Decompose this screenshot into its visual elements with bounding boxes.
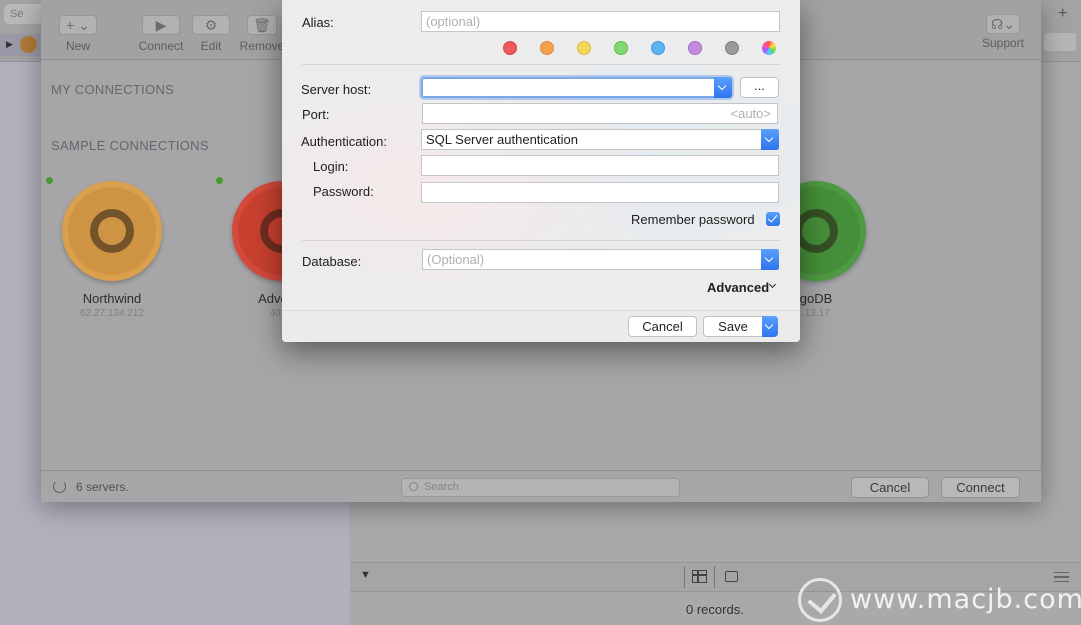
records-count: 0 records.: [686, 602, 744, 617]
online-status-icon: [216, 177, 223, 184]
connection-name: Northwind: [82, 291, 142, 306]
port-label: Port:: [302, 107, 330, 122]
play-icon: ▶: [142, 15, 180, 35]
color-swatch-green[interactable]: [614, 41, 628, 55]
remember-password-checkbox[interactable]: [766, 212, 780, 226]
edit-button[interactable]: ⚙ Edit: [191, 0, 231, 53]
color-swatch-purple[interactable]: [688, 41, 702, 55]
remove-button-label: Remove: [239, 39, 285, 53]
messages-icon[interactable]: [725, 571, 738, 582]
database-combobox[interactable]: (Optional): [422, 249, 779, 270]
chevron-down-icon[interactable]: [761, 249, 779, 270]
save-button[interactable]: Save: [703, 316, 763, 337]
refresh-icon[interactable]: [53, 480, 66, 493]
remember-password-label[interactable]: Remember password: [631, 212, 755, 227]
color-picker-icon[interactable]: [762, 41, 776, 55]
login-label: Login:: [313, 159, 349, 174]
dialog-cancel-button[interactable]: Cancel: [628, 316, 697, 337]
watermark-text: www.macjb.com: [850, 584, 1081, 615]
search-icon: [409, 482, 418, 491]
database-placeholder: (Optional): [427, 252, 485, 267]
toolbar-divider: [714, 566, 715, 588]
section-divider: [302, 64, 780, 65]
chevron-down-icon[interactable]: [761, 129, 779, 150]
chevron-down-icon[interactable]: [768, 280, 777, 289]
authentication-label: Authentication:: [301, 134, 388, 149]
password-input[interactable]: [421, 182, 779, 203]
password-label: Password:: [313, 184, 374, 199]
cancel-button[interactable]: Cancel: [851, 477, 929, 498]
grid-view-icon[interactable]: [692, 570, 707, 583]
port-input[interactable]: <auto>: [422, 103, 778, 124]
support-button[interactable]: ☊⌄ Support: [981, 0, 1025, 50]
color-swatch-gray[interactable]: [725, 41, 739, 55]
alias-input[interactable]: (optional): [421, 11, 780, 32]
edit-button-label: Edit: [200, 39, 222, 53]
my-connections-heading: MY CONNECTIONS: [51, 82, 175, 97]
sample-connections-heading: SAMPLE CONNECTIONS: [51, 138, 209, 153]
connections-search-input[interactable]: Search: [401, 478, 680, 497]
plus-icon: + ⌄: [59, 15, 97, 35]
search-placeholder: Search: [424, 481, 459, 493]
browse-servers-button[interactable]: ...: [740, 77, 779, 98]
login-input[interactable]: [421, 155, 779, 176]
disclosure-triangle-icon[interactable]: ▶: [6, 39, 13, 50]
chevron-down-icon[interactable]: [714, 77, 732, 98]
server-host-label: Server host:: [301, 82, 372, 97]
online-status-icon: [46, 177, 53, 184]
database-label: Database:: [302, 254, 362, 269]
connect-button-label: Connect: [138, 39, 184, 53]
section-divider: [302, 240, 780, 241]
server-icon: [20, 36, 37, 53]
headset-icon: ☊⌄: [986, 14, 1020, 34]
connection-ip: 62.27.134.212: [80, 308, 144, 319]
remove-button[interactable]: 🗑 Remove: [239, 0, 285, 53]
color-swatch-orange[interactable]: [540, 41, 554, 55]
main-search-placeholder: Se: [10, 8, 24, 20]
color-swatch-red[interactable]: [503, 41, 517, 55]
connection-settings-sheet: Alias: (optional) Server host: ... Port:…: [282, 0, 800, 342]
toolbar-divider: [684, 566, 685, 588]
trash-icon: 🗑: [247, 15, 277, 35]
add-tab-icon[interactable]: +: [1058, 5, 1067, 23]
server-host-combobox[interactable]: [421, 77, 732, 98]
new-button[interactable]: + ⌄ New: [58, 0, 98, 53]
watermark: www.macjb.com: [798, 578, 1081, 622]
color-swatch-blue[interactable]: [651, 41, 665, 55]
connect-button[interactable]: ▶ Connect: [136, 0, 186, 53]
advanced-toggle[interactable]: Advanced: [707, 280, 769, 295]
server-count: 6 servers.: [76, 480, 129, 494]
watermark-logo-icon: [798, 578, 842, 622]
background-field: [1044, 33, 1076, 51]
connections-status-bar: 6 servers. Search Cancel Connect: [41, 470, 1041, 502]
authentication-select[interactable]: SQL Server authentication: [421, 129, 779, 150]
authentication-value: SQL Server authentication: [426, 132, 578, 147]
connect-server-button[interactable]: Connect: [941, 477, 1020, 498]
database-logo-icon: [62, 181, 162, 281]
connection-card-northwind[interactable]: Northwind 62.27.134.212: [46, 175, 172, 319]
support-button-label: Support: [981, 36, 1025, 50]
collapse-triangle-icon[interactable]: ▼: [360, 569, 371, 581]
new-button-label: New: [65, 39, 90, 53]
color-swatch-yellow[interactable]: [577, 41, 591, 55]
alias-label: Alias:: [302, 15, 334, 30]
main-search-field[interactable]: Se: [4, 4, 44, 24]
save-options-chevron-icon[interactable]: [762, 316, 778, 337]
gear-icon: ⚙: [192, 15, 230, 35]
